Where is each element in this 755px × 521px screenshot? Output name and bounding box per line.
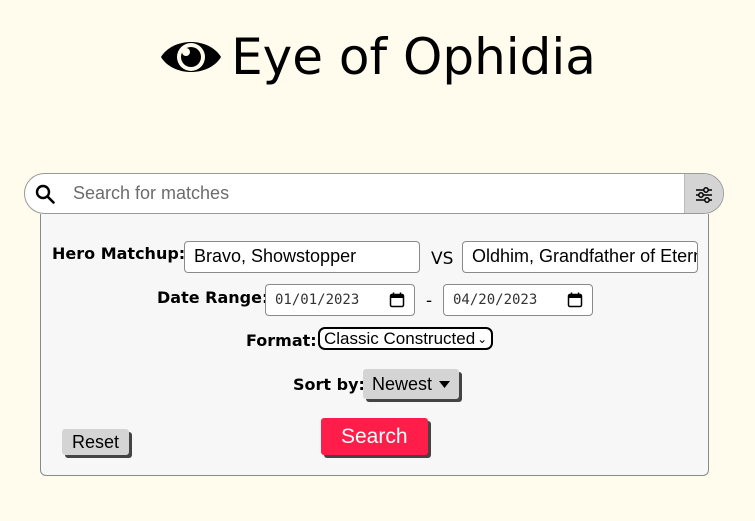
date-from-value: 01/01/2023 (275, 292, 360, 308)
hero2-input[interactable]: Oldhim, Grandfather of Eternity (462, 241, 698, 273)
sort-dropdown-button[interactable]: Newest (363, 369, 460, 399)
eye-icon (161, 42, 222, 72)
date-range-label: Date Range: (157, 288, 269, 307)
hero-matchup-label: Hero Matchup: (52, 244, 186, 263)
vs-label: VS (431, 249, 454, 269)
chevron-down-icon: ⌄ (477, 332, 488, 346)
sort-label: Sort by: (293, 375, 365, 394)
format-value: Classic Constructed (324, 329, 476, 348)
search-icon[interactable] (35, 184, 55, 204)
app-title: Eye of Ophidia (231, 28, 596, 86)
filter-toggle-button[interactable] (684, 174, 723, 213)
date-from-input[interactable]: 01/01/2023 (265, 284, 415, 316)
hero1-input[interactable]: Bravo, Showstopper (184, 241, 420, 273)
search-input[interactable] (69, 178, 677, 209)
format-label: Format: (246, 331, 317, 350)
format-select[interactable]: Classic Constructed ⌄ (318, 327, 494, 350)
date-to-input[interactable]: 04/20/2023 (443, 284, 593, 316)
calendar-icon[interactable] (567, 292, 583, 308)
reset-button[interactable]: Reset (62, 429, 130, 455)
app-header: Eye of Ophidia (0, 22, 755, 92)
search-bar (24, 173, 724, 214)
date-separator: - (426, 291, 433, 311)
sort-value: Newest (372, 374, 433, 394)
calendar-icon[interactable] (389, 292, 405, 308)
sliders-icon (696, 186, 712, 203)
filter-panel: Hero Matchup: Bravo, Showstopper VS Oldh… (40, 214, 709, 476)
search-button[interactable]: Search (321, 418, 428, 455)
date-to-value: 04/20/2023 (453, 292, 538, 308)
caret-down-icon (439, 381, 451, 388)
